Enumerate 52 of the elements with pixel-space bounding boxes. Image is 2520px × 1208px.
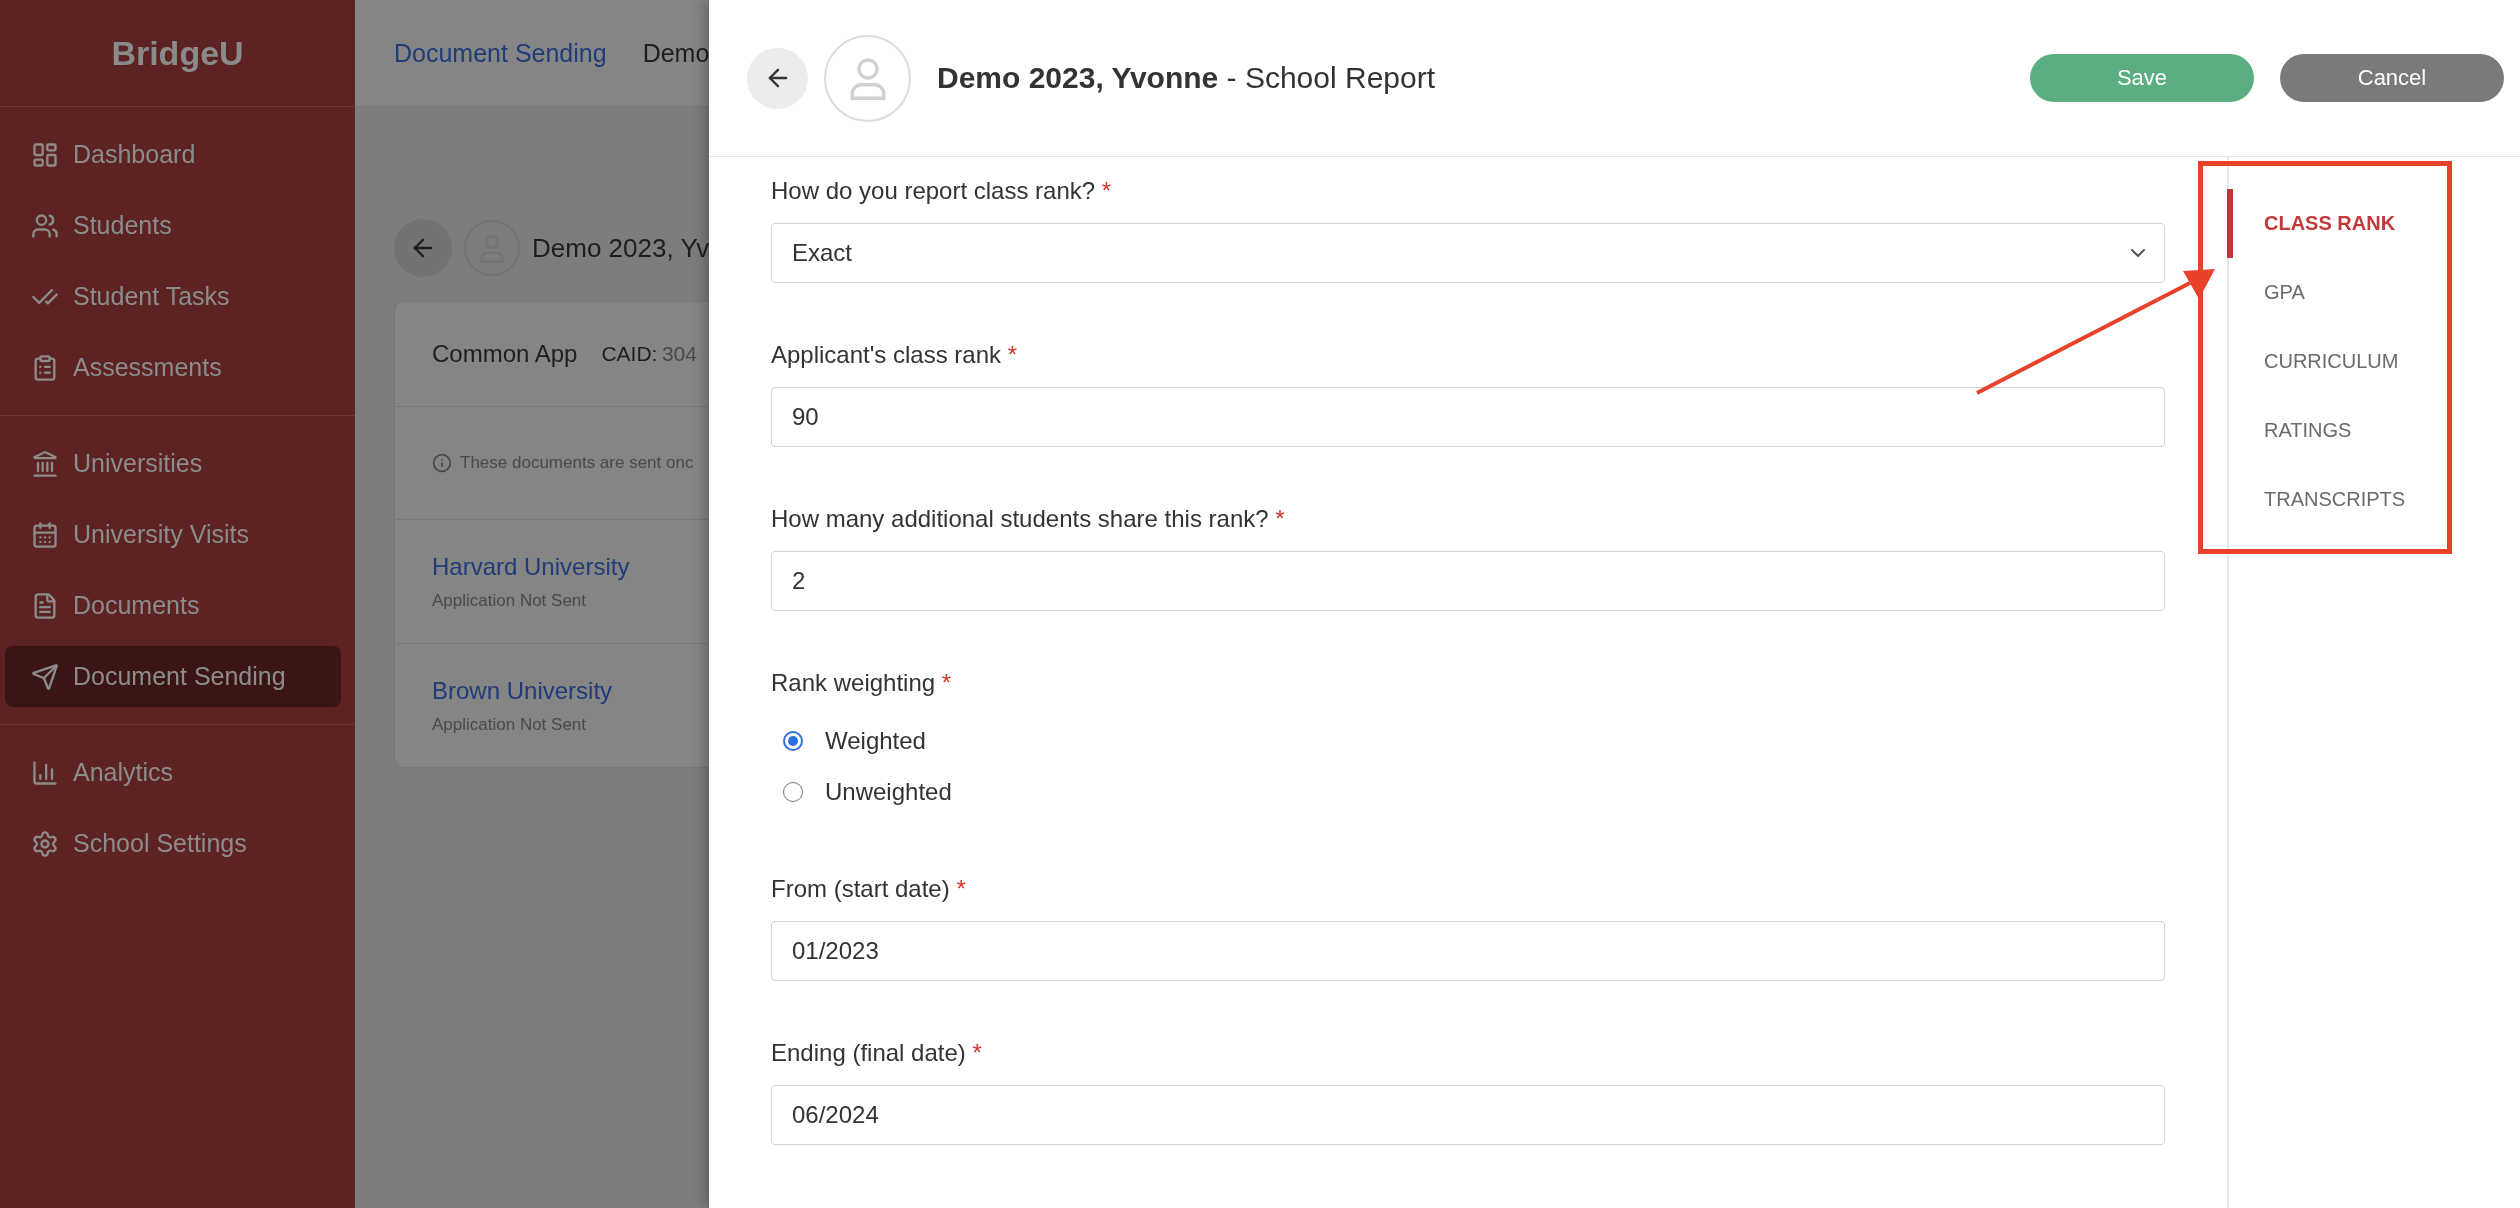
sidebar-item[interactable]: Assessments [5,337,341,398]
sidebar-item[interactable]: Students [5,195,341,256]
save-button[interactable]: Save [2030,54,2254,102]
sidebar-item[interactable]: Student Tasks [5,266,341,327]
sidebar-item[interactable]: Dashboard [5,124,341,185]
sidebar-item[interactable]: Documents [5,575,341,636]
radio-label: Weighted [825,726,926,755]
cancel-button[interactable]: Cancel [2280,54,2504,102]
nav-icon [31,829,59,858]
radio-label: Unweighted [825,777,952,806]
section-link[interactable]: CLASS RANK [2227,189,2396,258]
sidebar-item[interactable]: Document Sending [5,646,341,707]
field-label: Applicant's class rank * [771,341,1018,369]
info-icon [432,453,452,473]
application-status: Application Not Sent [432,714,587,735]
field-label: How do you report class rank? * [771,177,1112,205]
card-title: Common App [432,340,578,368]
section-link[interactable]: CURRICULUM [2227,327,2399,396]
sidebar-item[interactable]: Analytics [5,742,341,803]
breadcrumb-link[interactable]: Document Sending [394,38,607,68]
input-field[interactable]: 01/2023 [771,921,2165,981]
section-link[interactable]: TRANSCRIPTS [2227,465,2406,534]
input-field[interactable]: 06/2024 [771,1085,2165,1145]
nav-icon [31,449,59,478]
id-label: CAID: [601,342,658,365]
section-link[interactable]: GPA [2227,258,2305,327]
nav-icon [31,520,59,549]
logo: BridgeU [111,33,244,73]
nav-icon [31,140,59,169]
section-link[interactable]: RATINGS [2227,396,2352,465]
id-value: 304 [661,342,697,365]
drawer-title: Demo 2023, Yvonne - School Report [937,61,1437,95]
application-status: Application Not Sent [432,590,587,611]
nav-icon [31,211,59,240]
input-field[interactable]: 90 [771,387,2165,447]
nav-icon [31,758,59,787]
field-label: How many additional students share this rank? * [771,505,1285,533]
radio-button[interactable] [783,730,803,751]
notice-text: These documents are sent onc [460,453,694,473]
sidebar-item[interactable]: University Visits [5,504,341,565]
student-name: Demo 2023, Yv [532,232,709,264]
field-label: Rank weighting * [771,669,952,697]
university-link[interactable]: Brown University [432,676,613,705]
sidebar-item[interactable]: School Settings [5,813,341,874]
sidebar-item[interactable]: Universities [5,433,341,494]
breadcrumb-item: Demo [642,38,709,68]
field-label: From (start date) * [771,875,966,903]
input-field[interactable]: 2 [771,551,2165,611]
nav-icon [31,662,59,691]
university-link[interactable]: Harvard University [432,552,630,581]
select-field[interactable]: Exact [771,223,2165,283]
field-label: Ending (final date) * [771,1039,982,1067]
